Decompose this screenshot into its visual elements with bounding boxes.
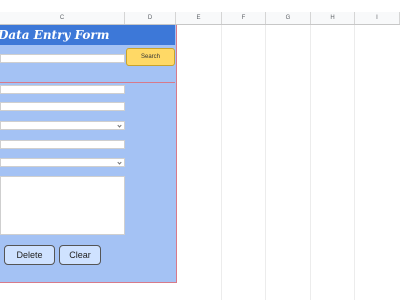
search-input[interactable] xyxy=(0,54,125,63)
column-header-d[interactable]: D xyxy=(125,12,176,24)
grid-line xyxy=(310,25,311,300)
column-header-e[interactable]: E xyxy=(176,12,222,24)
column-header-row: C D E F G H I xyxy=(0,12,400,25)
notes-textarea[interactable] xyxy=(0,176,125,235)
column-header-g[interactable]: G xyxy=(266,12,311,24)
form-field-3[interactable] xyxy=(0,140,125,149)
form-field-1[interactable] xyxy=(0,85,125,94)
column-header-f[interactable]: F xyxy=(222,12,266,24)
form-dropdown-1[interactable] xyxy=(0,121,125,130)
clear-button[interactable]: Clear xyxy=(59,245,101,265)
column-header-h[interactable]: H xyxy=(311,12,355,24)
grid-line xyxy=(265,25,266,300)
form-field-2[interactable] xyxy=(0,102,125,111)
sheet-grid[interactable] xyxy=(176,25,400,300)
form-dropdown-2[interactable] xyxy=(0,158,125,167)
form-title-bar: Data Entry Form xyxy=(0,25,175,45)
empty-cells[interactable] xyxy=(0,283,176,300)
grid-line xyxy=(354,25,355,300)
column-header-c[interactable]: C xyxy=(0,12,125,24)
search-button[interactable]: Search xyxy=(126,48,175,66)
form-title: Data Entry Form xyxy=(0,28,110,42)
delete-button[interactable]: Delete xyxy=(4,245,55,265)
grid-line xyxy=(221,25,222,300)
column-header-i[interactable]: I xyxy=(355,12,400,24)
